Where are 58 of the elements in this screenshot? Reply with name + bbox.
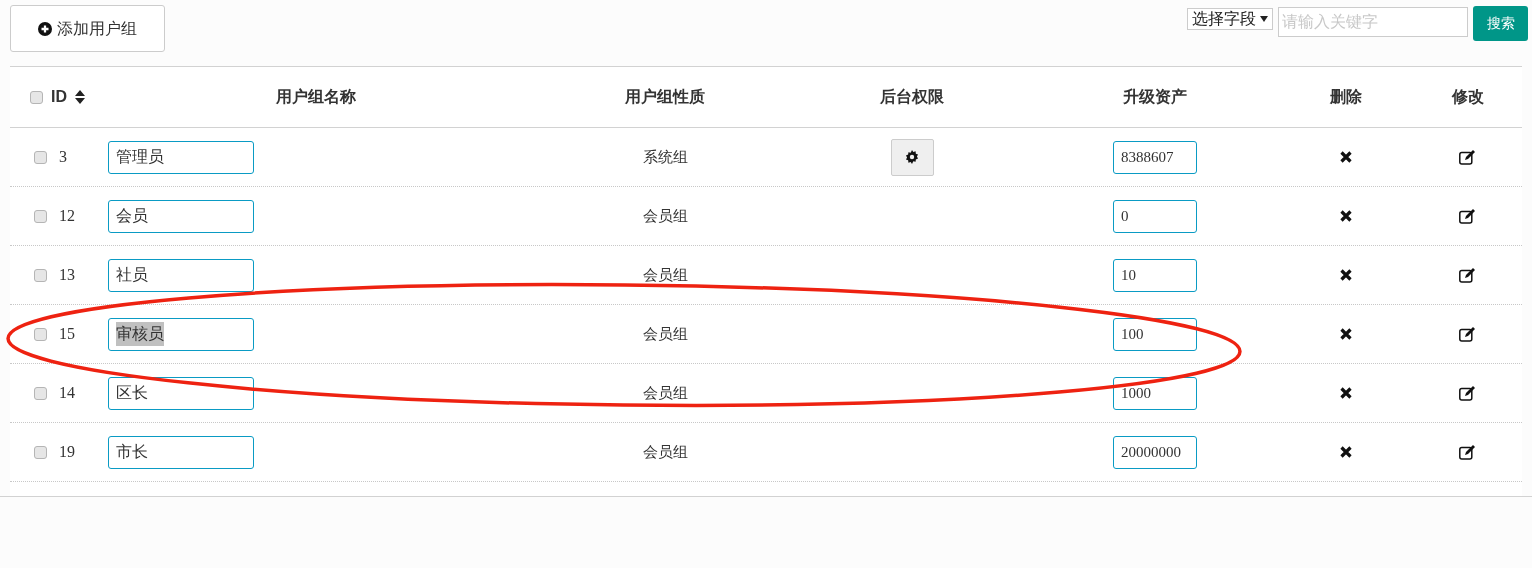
- group-name-field[interactable]: 社员: [108, 258, 254, 292]
- assets-field[interactable]: 1000: [1113, 376, 1197, 410]
- delete-icon[interactable]: [1340, 269, 1352, 281]
- column-header[interactable]: ID: [51, 85, 67, 109]
- edit-icon[interactable]: [1459, 267, 1476, 283]
- gear-icon: [905, 150, 919, 164]
- checkbox[interactable]: [34, 327, 47, 341]
- group-type-text: 会员组: [642, 383, 688, 401]
- search-button[interactable]: 搜索: [1473, 6, 1528, 41]
- group-name-field[interactable]: 会员: [108, 199, 254, 233]
- edit-icon[interactable]: [1459, 208, 1476, 224]
- id-text: 3: [59, 147, 67, 167]
- checkbox[interactable]: [30, 90, 43, 104]
- id-text: 15: [59, 324, 75, 344]
- column-header: 修改: [1451, 88, 1484, 105]
- assets-field[interactable]: 0: [1113, 199, 1197, 233]
- settings-button[interactable]: [890, 138, 934, 176]
- id-text: 14: [59, 383, 75, 403]
- delete-icon[interactable]: [1340, 210, 1352, 222]
- column-header: 升级资产: [1123, 88, 1187, 105]
- column-header: 用户组性质: [625, 88, 705, 105]
- assets-field[interactable]: 8388607: [1113, 140, 1197, 174]
- field-select[interactable]: 选择字段: [1187, 8, 1273, 30]
- group-name-field[interactable]: 管理员: [108, 140, 254, 174]
- checkbox[interactable]: [34, 268, 47, 282]
- delete-icon[interactable]: [1340, 328, 1352, 340]
- edit-icon[interactable]: [1459, 444, 1476, 460]
- column-header: 用户组名称: [276, 88, 356, 105]
- group-type-text: 会员组: [642, 324, 688, 342]
- assets-field[interactable]: 100: [1113, 317, 1197, 351]
- group-type-text: 系统组: [642, 147, 688, 165]
- delete-icon[interactable]: [1340, 446, 1352, 458]
- assets-field[interactable]: 20000000: [1113, 435, 1197, 469]
- group-name-field[interactable]: 市长: [108, 435, 254, 469]
- sort-icon[interactable]: [75, 90, 85, 104]
- id-text: 19: [59, 442, 75, 462]
- group-type-text: 会员组: [642, 265, 688, 283]
- group-type-text: 会员组: [642, 442, 688, 460]
- group-type-text: 会员组: [642, 206, 688, 224]
- edit-icon[interactable]: [1459, 149, 1476, 165]
- checkbox[interactable]: [34, 445, 47, 459]
- assets-field[interactable]: 10: [1113, 258, 1197, 292]
- checkbox[interactable]: [34, 150, 47, 164]
- delete-icon[interactable]: [1340, 387, 1352, 399]
- column-header: 后台权限: [880, 88, 944, 105]
- checkbox[interactable]: [34, 386, 47, 400]
- group-name-field[interactable]: 审核员: [108, 317, 254, 351]
- column-header: 删除: [1330, 88, 1362, 105]
- dropdown-arrow-icon: [1260, 16, 1268, 22]
- group-name-field[interactable]: 区长: [108, 376, 254, 410]
- add-group-button[interactable]: 添加用户组: [10, 5, 165, 52]
- edit-icon[interactable]: [1459, 385, 1476, 401]
- delete-icon[interactable]: [1340, 151, 1352, 163]
- plus-circle-icon: [38, 21, 52, 36]
- id-text: 13: [59, 265, 75, 285]
- checkbox[interactable]: [34, 209, 47, 223]
- edit-icon[interactable]: [1459, 326, 1476, 342]
- id-text: 12: [59, 206, 75, 226]
